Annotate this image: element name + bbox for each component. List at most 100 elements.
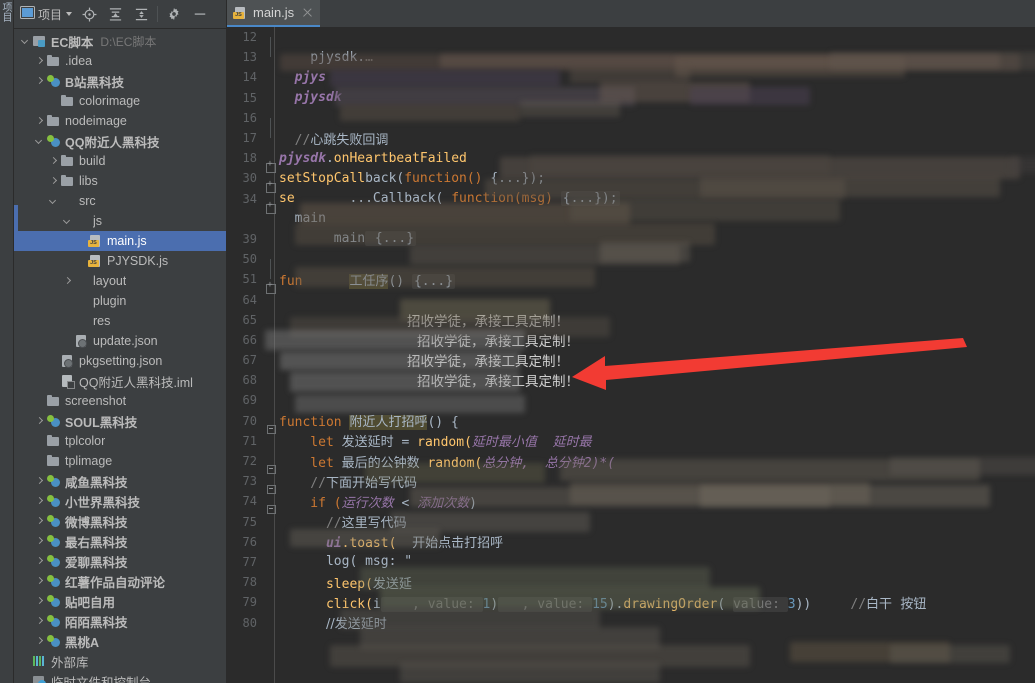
tree-item[interactable]: src	[14, 191, 226, 211]
tree-item[interactable]: 最右黑科技	[14, 531, 226, 551]
chevron-down-icon[interactable]	[20, 36, 31, 47]
tree-item[interactable]: 贴吧自用	[14, 591, 226, 611]
code-line[interactable]: 70 function 附近人打招呼() {	[227, 411, 1035, 434]
tree-item[interactable]: SOUL黑科技	[14, 411, 226, 431]
tree-item[interactable]: plugin	[14, 291, 226, 311]
tree-item[interactable]: js	[14, 211, 226, 231]
editor-tab-main-js[interactable]: main.js	[227, 0, 321, 27]
tree-item-label: 小世界黑科技	[65, 495, 141, 510]
tree-item[interactable]: colorimage	[14, 91, 226, 111]
chevron-right-icon[interactable]	[34, 416, 45, 427]
chevron-right-icon[interactable]	[48, 156, 59, 167]
code-line[interactable]: 75 //这里写代码	[227, 512, 1035, 532]
chevron-right-icon[interactable]	[34, 596, 45, 607]
code-line[interactable]: 69	[227, 390, 1035, 410]
chevron-down-icon[interactable]	[34, 136, 45, 147]
code-line[interactable]: 72 let 最后的公钟数 random(总分钟, 总分钟2)*(	[227, 451, 1035, 475]
chevron-right-icon[interactable]	[34, 476, 45, 487]
chevron-right-icon[interactable]	[34, 636, 45, 647]
expand-all-icon[interactable]	[103, 3, 127, 25]
project-tree[interactable]: EC脚本 D:\EC脚本 .idea B站黑科技 colorimage nodeimage…	[14, 29, 226, 683]
code-line[interactable]: 30 setStopCallback(function() {...});	[227, 168, 1035, 194]
code-line[interactable]: 39 main {...}	[227, 229, 1035, 249]
tree-item[interactable]: pkgsetting.json	[14, 351, 226, 371]
tree-item[interactable]: B站黑科技	[14, 71, 226, 91]
chevron-right-icon[interactable]	[34, 536, 45, 547]
tree-item[interactable]: 黑桃A	[14, 631, 226, 651]
close-icon[interactable]	[302, 7, 313, 18]
code-line[interactable]: 77 log( msg: "	[227, 552, 1035, 572]
locate-target-icon[interactable]	[77, 3, 101, 25]
code-line[interactable]: main	[227, 209, 1035, 229]
tool-window-tab-project[interactable]: 项目	[0, 2, 12, 22]
project-view-selector[interactable]: 项目	[17, 3, 75, 25]
chevron-right-icon[interactable]	[34, 556, 45, 567]
code-line[interactable]: 51 fun 工任序() {...}	[227, 269, 1035, 295]
tree-item[interactable]: QQ附近人黑科技	[14, 131, 226, 151]
chevron-right-icon[interactable]	[34, 76, 45, 87]
tree-item[interactable]: QQ附近人黑科技.iml	[14, 371, 226, 391]
tree-item[interactable]: tplimage	[14, 451, 226, 471]
code-line[interactable]: 68 招收学徒，承接工具定制！	[227, 370, 1035, 390]
code-line[interactable]: 76 ui.toast( 开始点击打招呼	[227, 532, 1035, 552]
toolbar-separator	[157, 6, 159, 22]
chevron-right-icon[interactable]	[34, 116, 45, 127]
chevron-right-icon[interactable]	[34, 616, 45, 627]
tree-item[interactable]: 微博黑科技	[14, 511, 226, 531]
code-line[interactable]: 79 click(i , value: 1) , value: 15).draw…	[227, 592, 1035, 612]
tree-item[interactable]: nodeimage	[14, 111, 226, 131]
code-line[interactable]: 50	[227, 249, 1035, 280]
tree-item[interactable]: .idea	[14, 51, 226, 71]
hide-panel-icon[interactable]	[188, 3, 212, 25]
tree-item[interactable]: update.json	[14, 331, 226, 351]
settings-gear-icon[interactable]	[162, 3, 186, 25]
chevron-right-icon[interactable]	[34, 496, 45, 507]
tree-item[interactable]: 爱聊黑科技	[14, 551, 226, 571]
chevron-right-icon[interactable]	[48, 176, 59, 187]
chevron-right-icon[interactable]	[34, 576, 45, 587]
tree-item[interactable]: PJYSDK.js	[14, 251, 226, 271]
collapse-all-icon[interactable]	[129, 3, 153, 25]
chevron-down-icon[interactable]	[48, 196, 59, 207]
line-number: 17	[242, 131, 257, 146]
tree-item[interactable]: screenshot	[14, 391, 226, 411]
tree-item[interactable]: res	[14, 311, 226, 331]
code-line[interactable]: 14 pjys	[227, 67, 1035, 87]
code-line[interactable]: 67 招收学徒，承接工具定制！	[227, 350, 1035, 370]
chevron-right-icon[interactable]	[62, 276, 73, 287]
tree-item[interactable]: libs	[14, 171, 226, 191]
tree-item[interactable]: main.js	[14, 231, 226, 251]
code-line[interactable]: 71 let 发送延时 = random(延时最小值 延时最	[227, 431, 1035, 451]
code-line[interactable]: 78 sleep(发送延	[227, 572, 1035, 592]
tree-item[interactable]: tplcolor	[14, 431, 226, 451]
code-line[interactable]: 74 if (运行次数 < 添加次数)	[227, 491, 1035, 515]
code-line[interactable]: 65 招收学徒，承接工具定制！	[227, 310, 1035, 330]
code-line[interactable]: 17 //心跳失败回调	[227, 128, 1035, 148]
chevron-right-icon[interactable]	[34, 516, 45, 527]
tree-item[interactable]: 红薯作品自动评论	[14, 571, 226, 591]
tree-item[interactable]: layout	[14, 271, 226, 291]
code-line[interactable]: 12	[227, 27, 1035, 58]
code-line[interactable]: 15 pjysdk	[227, 88, 1035, 108]
code-line[interactable]: 16	[227, 108, 1035, 138]
code-line[interactable]: 64	[227, 289, 1035, 309]
code-text: 招收学徒，承接工具定制！	[277, 330, 579, 350]
tree-item[interactable]: 小世界黑科技	[14, 491, 226, 511]
chevron-right-icon[interactable]	[34, 56, 45, 67]
tree-item[interactable]: 陌陌黑科技	[14, 611, 226, 631]
tree-item[interactable]: 咸鱼黑科技	[14, 471, 226, 491]
chevron-down-icon[interactable]	[62, 216, 73, 227]
project-panel-scrollbar[interactable]	[14, 205, 18, 250]
tree-item[interactable]: EC脚本 D:\EC脚本	[14, 31, 226, 51]
code-line[interactable]: 18 pjysdk.onHeartbeatFailed	[227, 148, 1035, 174]
tree-item[interactable]: build	[14, 151, 226, 171]
code-line[interactable]: 73 //下面开始写代码	[227, 471, 1035, 495]
tree-item[interactable]: 外部库	[14, 651, 226, 671]
code-line[interactable]: 80 //发送延时	[227, 612, 1035, 633]
code-editor[interactable]: 12 13 pjysdk.… 14 pjys 15 pjysdk 16 17 //心跳失败…	[227, 27, 1035, 683]
code-line[interactable]: 34 se ...Callback( function(msg) {...});	[227, 189, 1035, 214]
code-line[interactable]: 13 pjysdk.…	[227, 47, 1035, 67]
tree-item[interactable]: 临时文件和控制台	[14, 671, 226, 683]
code-line[interactable]: 66 招收学徒，承接工具定制！	[227, 330, 1035, 350]
